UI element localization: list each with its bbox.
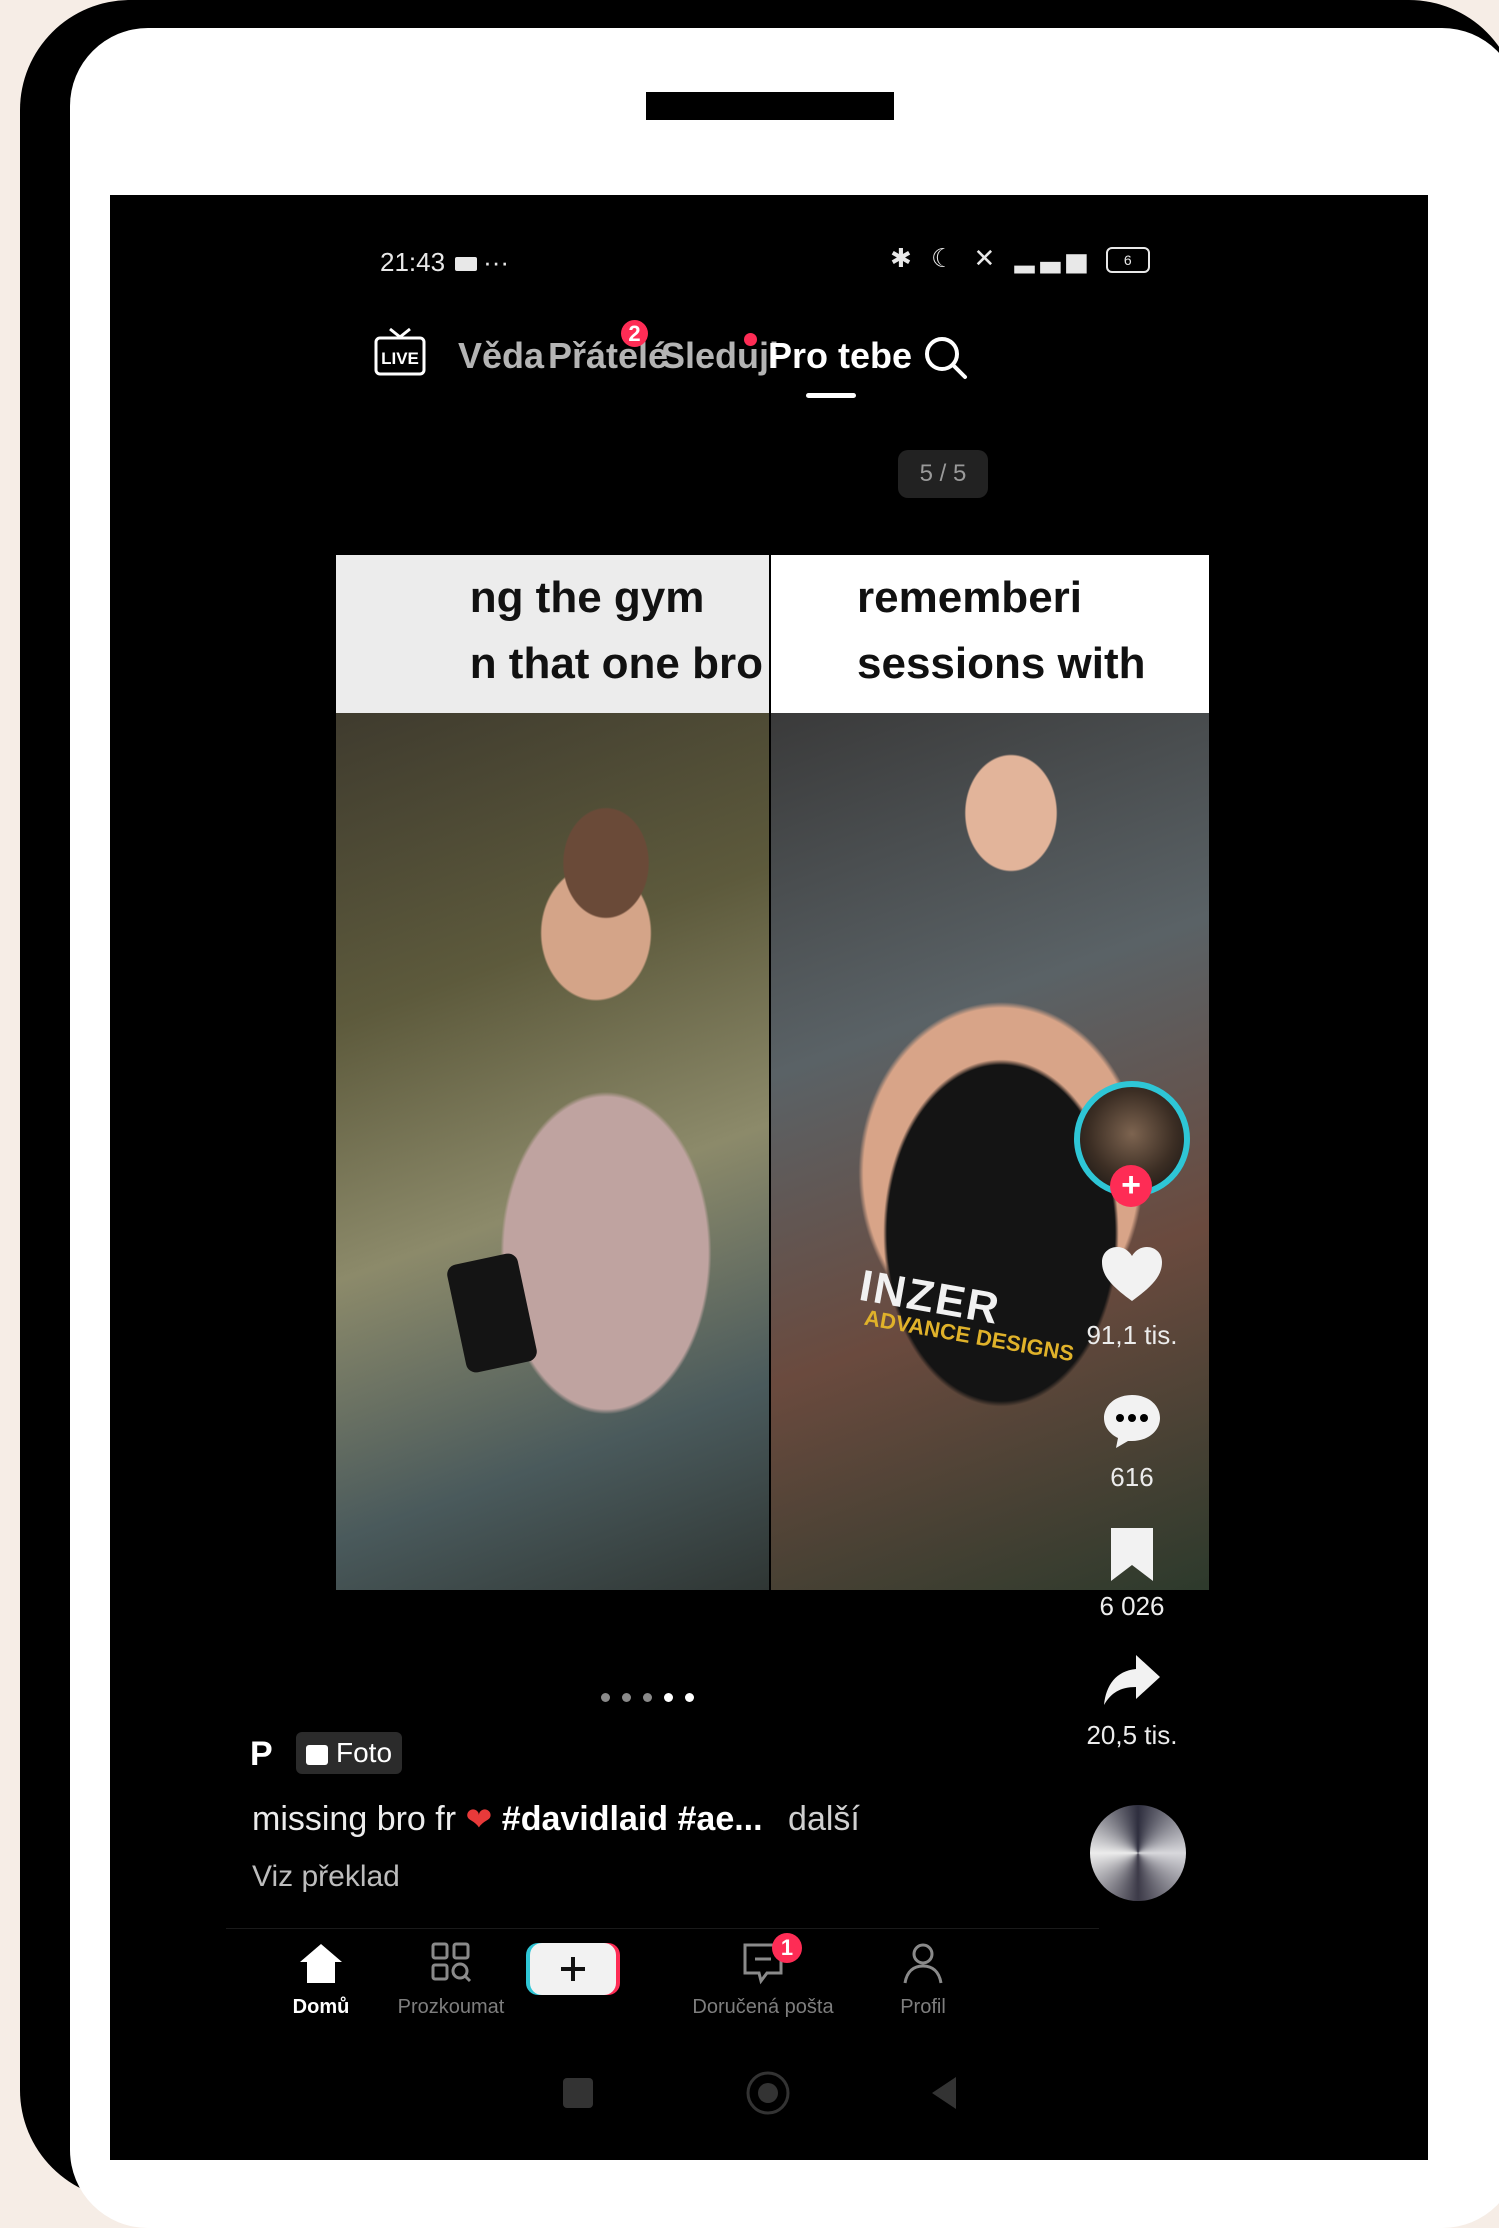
bottom-nav: Domů Prozkoumat Doručená pošta 1 Profil bbox=[226, 1928, 1099, 2049]
photo-type-tag: Foto bbox=[296, 1732, 403, 1774]
carousel-dot bbox=[643, 1693, 652, 1702]
caption-right: rememberi sessions with bbox=[771, 555, 1209, 713]
share-arrow-icon[interactable] bbox=[1102, 1653, 1162, 1712]
inbox-badge: 1 bbox=[772, 1933, 802, 1963]
share-count: 20,5 tis. bbox=[1086, 1720, 1178, 1750]
caption-right-line-2: sessions with bbox=[857, 639, 1146, 688]
save-count: 6 026 bbox=[1099, 1591, 1165, 1621]
photo-left-image bbox=[336, 713, 769, 1590]
carousel-dot bbox=[622, 1693, 631, 1702]
nav-inbox[interactable]: Doručená pošta bbox=[678, 1941, 848, 2019]
profile-icon bbox=[903, 1943, 943, 1984]
description-text: missing bro fr bbox=[252, 1800, 457, 1838]
create-button[interactable] bbox=[526, 1939, 620, 1999]
back-icon[interactable] bbox=[932, 2077, 956, 2109]
nav-inbox-label: Doručená pošta bbox=[692, 1996, 834, 2018]
caption-left: ng the gym n that one bro bbox=[336, 555, 769, 713]
phone-in-photo bbox=[445, 1251, 539, 1375]
comment-icon[interactable] bbox=[1100, 1391, 1164, 1456]
explore-icon bbox=[431, 1942, 472, 1983]
caption-left-line-2: n that one bro bbox=[469, 639, 763, 688]
photo-carousel[interactable]: ng the gym n that one bro rememberi sess… bbox=[336, 555, 1209, 1590]
carousel-dots bbox=[595, 1689, 700, 1707]
recording-icon bbox=[455, 257, 478, 272]
music-disc-icon[interactable] bbox=[1090, 1805, 1186, 1901]
comment-count: 616 bbox=[1110, 1462, 1154, 1492]
live-icon[interactable]: LIVE bbox=[372, 325, 428, 377]
status-bar-time: 21:43 ··· bbox=[380, 247, 509, 278]
live-label: LIVE bbox=[381, 349, 419, 368]
follow-plus-icon[interactable]: + bbox=[1110, 1165, 1152, 1207]
nav-explore[interactable]: Prozkoumat bbox=[366, 1941, 536, 2019]
description-hashtags: #davidlaid #ae... bbox=[501, 1800, 763, 1838]
status-icon-glyphs: ✱ ☾ ✕ bbox=[890, 243, 1002, 273]
status-more: ··· bbox=[483, 247, 510, 277]
author-name[interactable]: P bbox=[250, 1735, 273, 1774]
battery-icon: 6 bbox=[1105, 247, 1150, 274]
nav-profile-label: Profil bbox=[900, 1996, 946, 2018]
recent-apps-icon[interactable] bbox=[563, 2078, 593, 2108]
home-icon bbox=[300, 1944, 342, 1983]
tab-pro-tebe[interactable]: Pro tebe bbox=[768, 335, 912, 377]
system-navigation-bar bbox=[110, 2055, 1428, 2135]
bookmark-icon[interactable] bbox=[1107, 1525, 1157, 1588]
tab-sleduji[interactable]: Sleduji bbox=[661, 335, 779, 377]
clock: 21:43 bbox=[380, 247, 446, 277]
phone-speaker bbox=[646, 92, 894, 120]
carousel-dot bbox=[601, 1693, 610, 1702]
carousel-dot-active bbox=[685, 1693, 694, 1702]
more-link[interactable]: další bbox=[788, 1800, 860, 1838]
caption-left-line-1: ng the gym bbox=[469, 573, 705, 622]
photo-icon bbox=[306, 1744, 328, 1765]
photo-type-label: Foto bbox=[336, 1737, 393, 1768]
like-heart-icon[interactable] bbox=[1100, 1245, 1164, 1308]
broken-heart-icon: ❤ bbox=[465, 1801, 493, 1837]
nav-profile[interactable]: Profil bbox=[838, 1941, 1008, 2019]
friends-badge: 2 bbox=[621, 320, 648, 347]
tab-pratele[interactable]: Přátelé bbox=[548, 335, 668, 377]
photo-page-counter: 5 / 5 bbox=[898, 450, 988, 498]
signal-icon: ▂▃▅ bbox=[1014, 243, 1093, 273]
following-dot bbox=[744, 333, 757, 346]
translate-link[interactable]: Viz překlad bbox=[252, 1860, 400, 1894]
post-description[interactable]: missing bro fr ❤ #davidlaid #ae... další bbox=[252, 1800, 860, 1839]
carousel-dot-active bbox=[664, 1693, 673, 1702]
like-count: 91,1 tis. bbox=[1086, 1320, 1178, 1350]
home-dot-icon bbox=[758, 2083, 778, 2103]
tab-veda[interactable]: Věda bbox=[458, 335, 544, 377]
photo-panel-left: ng the gym n that one bro bbox=[336, 555, 769, 1590]
status-icons: ✱ ☾ ✕ ▂▃▅ 6 bbox=[890, 243, 1150, 274]
app-screen: 21:43 ··· ✱ ☾ ✕ ▂▃▅ 6 LIVE Věda Přátelé 2… bbox=[110, 195, 1428, 2160]
active-tab-indicator bbox=[806, 393, 856, 398]
nav-explore-label: Prozkoumat bbox=[397, 1996, 505, 2018]
search-icon[interactable] bbox=[918, 330, 974, 386]
caption-right-line-1: rememberi bbox=[857, 573, 1083, 622]
